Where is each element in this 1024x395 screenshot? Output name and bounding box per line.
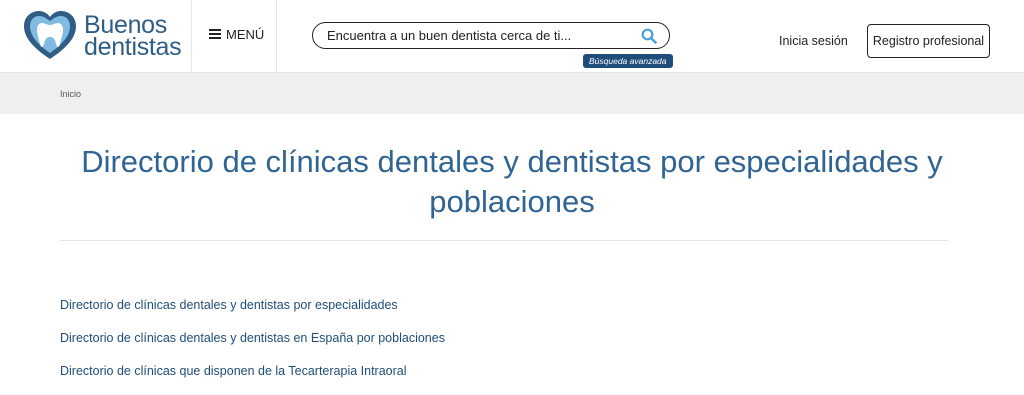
breadcrumb-home[interactable]: Inicio: [60, 89, 81, 99]
site-logo[interactable]: Buenos dentistas: [22, 9, 182, 63]
tooth-heart-icon: [24, 11, 76, 59]
advanced-search-link[interactable]: Búsqueda avanzada: [583, 54, 673, 68]
directory-list: Directorio de clínicas dentales y dentis…: [60, 296, 445, 395]
site-header: Buenos dentistas MENÚ Búsqueda avanzada …: [0, 0, 1024, 73]
directory-link-specialties[interactable]: Directorio de clínicas dentales y dentis…: [60, 298, 398, 312]
directory-link-tecarterapia[interactable]: Directorio de clínicas que disponen de l…: [60, 364, 407, 378]
search-icon[interactable]: [641, 28, 657, 44]
page-title: Directorio de clínicas dentales y dentis…: [81, 144, 943, 219]
logo-line2: dentistas: [84, 33, 182, 61]
list-item: Directorio de clínicas dentales y dentis…: [60, 296, 445, 329]
list-item: Directorio de clínicas dentales y dentis…: [60, 329, 445, 362]
search-input[interactable]: [313, 23, 641, 48]
register-button[interactable]: Registro profesional: [867, 24, 990, 58]
menu-label: MENÚ: [226, 27, 265, 42]
logo-wordmark: Buenos dentistas: [84, 13, 182, 61]
directory-link-populations[interactable]: Directorio de clínicas dentales y dentis…: [60, 331, 445, 345]
list-item: Directorio de clínicas que disponen de l…: [60, 362, 445, 395]
menu-divider-left: [191, 0, 192, 73]
menu-divider-right: [276, 0, 277, 73]
login-link[interactable]: Inicia sesión: [779, 34, 848, 48]
breadcrumb-bar: Inicio: [0, 73, 1024, 114]
search-box: [312, 22, 670, 49]
hamburger-icon: [209, 29, 221, 40]
title-divider: [60, 240, 948, 241]
menu-button[interactable]: MENÚ: [209, 27, 264, 42]
